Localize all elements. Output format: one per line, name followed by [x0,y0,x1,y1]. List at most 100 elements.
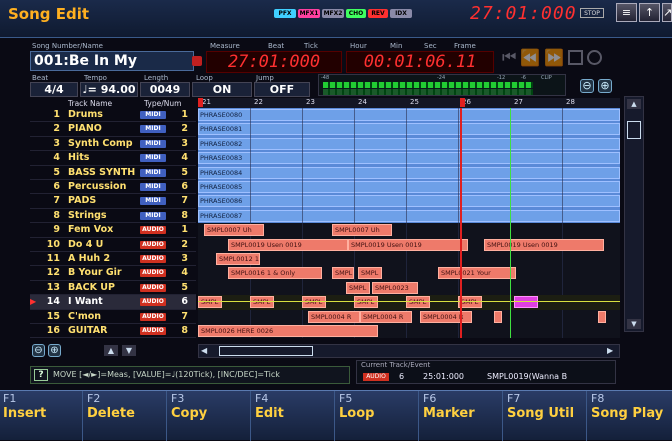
sample-block[interactable]: SMPL0007 Uh [332,224,392,237]
menu-icon[interactable]: ≡ [616,3,637,22]
sample-block[interactable]: SMPL [302,296,326,309]
track-row[interactable]: 6 Percussion MIDI 6 [30,180,196,195]
sample-block[interactable]: SMPL [346,281,370,294]
track-row[interactable]: 4 Hits MIDI 4 [30,151,196,166]
f3-copy-button[interactable]: F3 Copy [168,391,251,441]
track-row[interactable]: 8 Strings MIDI 8 [30,209,196,224]
sample-block[interactable]: SMPL0019 Usen 0019 [348,238,468,251]
stop-icon[interactable] [568,49,584,65]
track-number: 16 [46,325,60,336]
phrase-block[interactable]: PHRASE0080 [198,109,620,121]
beat-field[interactable]: 4/4 [30,82,78,97]
tempo-field[interactable]: ♩= 94.00 [80,82,138,97]
sample-block[interactable]: SMPL0004 R [308,310,360,323]
f2-delete-button[interactable]: F2 Delete [84,391,167,441]
scroll-up-icon[interactable]: ▲ [627,99,641,109]
track-down-icon[interactable]: ▼ [122,345,136,356]
zoom-out-icon[interactable]: ⊖ [580,79,594,93]
sample-block[interactable]: SMPL0026 HERE 0026 [198,325,378,337]
track-row[interactable]: 9 Fem Vox AUDIO 1 [30,223,196,238]
loop-field[interactable]: ON [192,82,252,97]
current-event-panel: Current Track/Event AUDIO 6 25:01:000 SM… [356,360,616,384]
vertical-scrollbar[interactable]: ▲ ▼ [624,96,644,332]
song-name-field[interactable]: 001:Be In My [30,51,194,71]
track-number: 8 [53,209,60,221]
sample-block[interactable]: SMPL0004 R [360,310,412,323]
selected-sample-block[interactable] [514,296,538,309]
sample-block[interactable]: SMPL0004 R [420,310,472,323]
track-type-badge: AUDIO [140,226,166,235]
zoom-in-icon[interactable]: ⊕ [598,79,612,93]
sample-block[interactable]: SMPL [198,296,222,309]
phrase-block[interactable]: PHRASE0086 [198,195,620,208]
up-icon[interactable]: ↑ [639,3,660,22]
song-position-clock: 27:01:000 [470,3,577,24]
track-row[interactable]: 10 Do 4 U AUDIO 2 [30,238,196,252]
rewind-to-top-icon[interactable]: ⏮ [502,47,516,67]
track-row[interactable]: 1 Drums MIDI 1 [30,108,196,123]
edit-cursor[interactable] [510,108,511,338]
sample-block[interactable]: SMPL [358,267,382,280]
fast-forward-icon[interactable]: ⏩ [544,48,564,67]
sample-block[interactable]: SMPL0007 Uh [204,224,264,237]
play-icon[interactable] [587,49,603,65]
track-zoom-in-icon[interactable]: ⊕ [48,344,61,357]
track-row[interactable]: 12 B Your Gir AUDIO 4 [30,266,196,281]
sample-block[interactable]: SMPL0023 [372,281,418,294]
phrase-block[interactable]: PHRASE0083 [198,152,620,165]
arrange-area[interactable]: PHRASE0080 PHRASE0081 PHRASE0082 PHRASE0… [198,108,620,338]
scroll-right-icon[interactable]: ▶ [607,346,617,356]
f5-loop-button[interactable]: F5 Loop [336,391,419,441]
loop-start-marker[interactable] [198,98,203,107]
sample-block[interactable]: SMPL0016 1 & Only [228,267,322,280]
scroll-left-icon[interactable]: ◀ [201,346,211,356]
f1-insert-button[interactable]: F1 Insert [0,391,83,441]
rewind-icon[interactable]: ⏪ [520,48,540,67]
sample-block[interactable]: SMPL0019 Usen 0019 [484,238,604,251]
f8-song-play-button[interactable]: F8 Song Play [588,391,672,441]
track-row[interactable]: 7 PADS MIDI 7 [30,194,196,209]
f7-song-util-button[interactable]: F7 Song Util [504,391,587,441]
phrase-block[interactable]: PHRASE0085 [198,181,620,193]
exit-icon[interactable]: ↗ [662,3,672,22]
track-row[interactable]: 3 Synth Comp MIDI 3 [30,137,196,152]
track-number: 5 [53,166,60,178]
horizontal-scroll-thumb[interactable] [219,346,313,356]
cho-indicator: CHO [346,9,366,18]
f4-edit-button[interactable]: F4 Edit [252,391,335,441]
f6-marker-button[interactable]: F6 Marker [420,391,503,441]
track-row[interactable]: 11 A Huh 2 AUDIO 3 [30,252,196,267]
playhead[interactable] [460,108,462,338]
track-zoom-out-icon[interactable]: ⊖ [32,344,45,357]
sample-block[interactable]: SMPL0019 Usen 0019 [228,238,348,251]
scroll-down-icon[interactable]: ▼ [627,319,641,329]
sample-block[interactable] [598,310,606,323]
sample-block[interactable]: SMPL [354,296,378,309]
scroll-thumb[interactable] [627,121,641,139]
jump-label: Jump [256,74,274,82]
track-row[interactable]: 16 GUITAR AUDIO 8 [30,324,196,339]
track-up-icon[interactable]: ▲ [104,345,118,356]
horizontal-scrollbar[interactable]: ◀ ▶ [198,344,620,358]
sample-block[interactable] [494,310,502,323]
track-type-number: 7 [181,310,188,322]
phrase-block[interactable]: PHRASE0087 [198,209,620,222]
sample-block[interactable]: SMPL [332,267,354,280]
sample-block[interactable]: SMPL0012 1 & Only [216,253,260,265]
track-row[interactable]: 2 PIANO MIDI 2 [30,122,196,137]
track-row[interactable]: 5 BASS SYNTH MIDI 5 [30,166,196,180]
track-row-selected[interactable]: ▶ 14 I Want AUDIO 6 [30,295,196,310]
track-row[interactable]: 13 BACK UP AUDIO 5 [30,281,196,296]
track-row[interactable]: 15 C'mon AUDIO 7 [30,310,196,324]
sample-block[interactable]: SMPL0021 Your [438,267,516,280]
measure-ruler[interactable]: 21 22 23 24 25 26 27 28 [198,98,620,108]
phrase-block[interactable]: PHRASE0084 [198,166,620,179]
function-key-bar: F1 Insert F2 Delete F3 Copy F4 Edit F5 Loop F… [0,390,672,441]
sample-block[interactable]: SMPL [250,296,274,309]
loop-end-marker[interactable] [460,98,465,107]
length-field[interactable]: 0049 [140,82,190,97]
phrase-block[interactable]: PHRASE0081 [198,123,620,136]
phrase-block[interactable]: PHRASE0082 [198,137,620,150]
jump-field[interactable]: OFF [254,82,310,97]
sample-block[interactable]: SMPL [406,296,430,309]
